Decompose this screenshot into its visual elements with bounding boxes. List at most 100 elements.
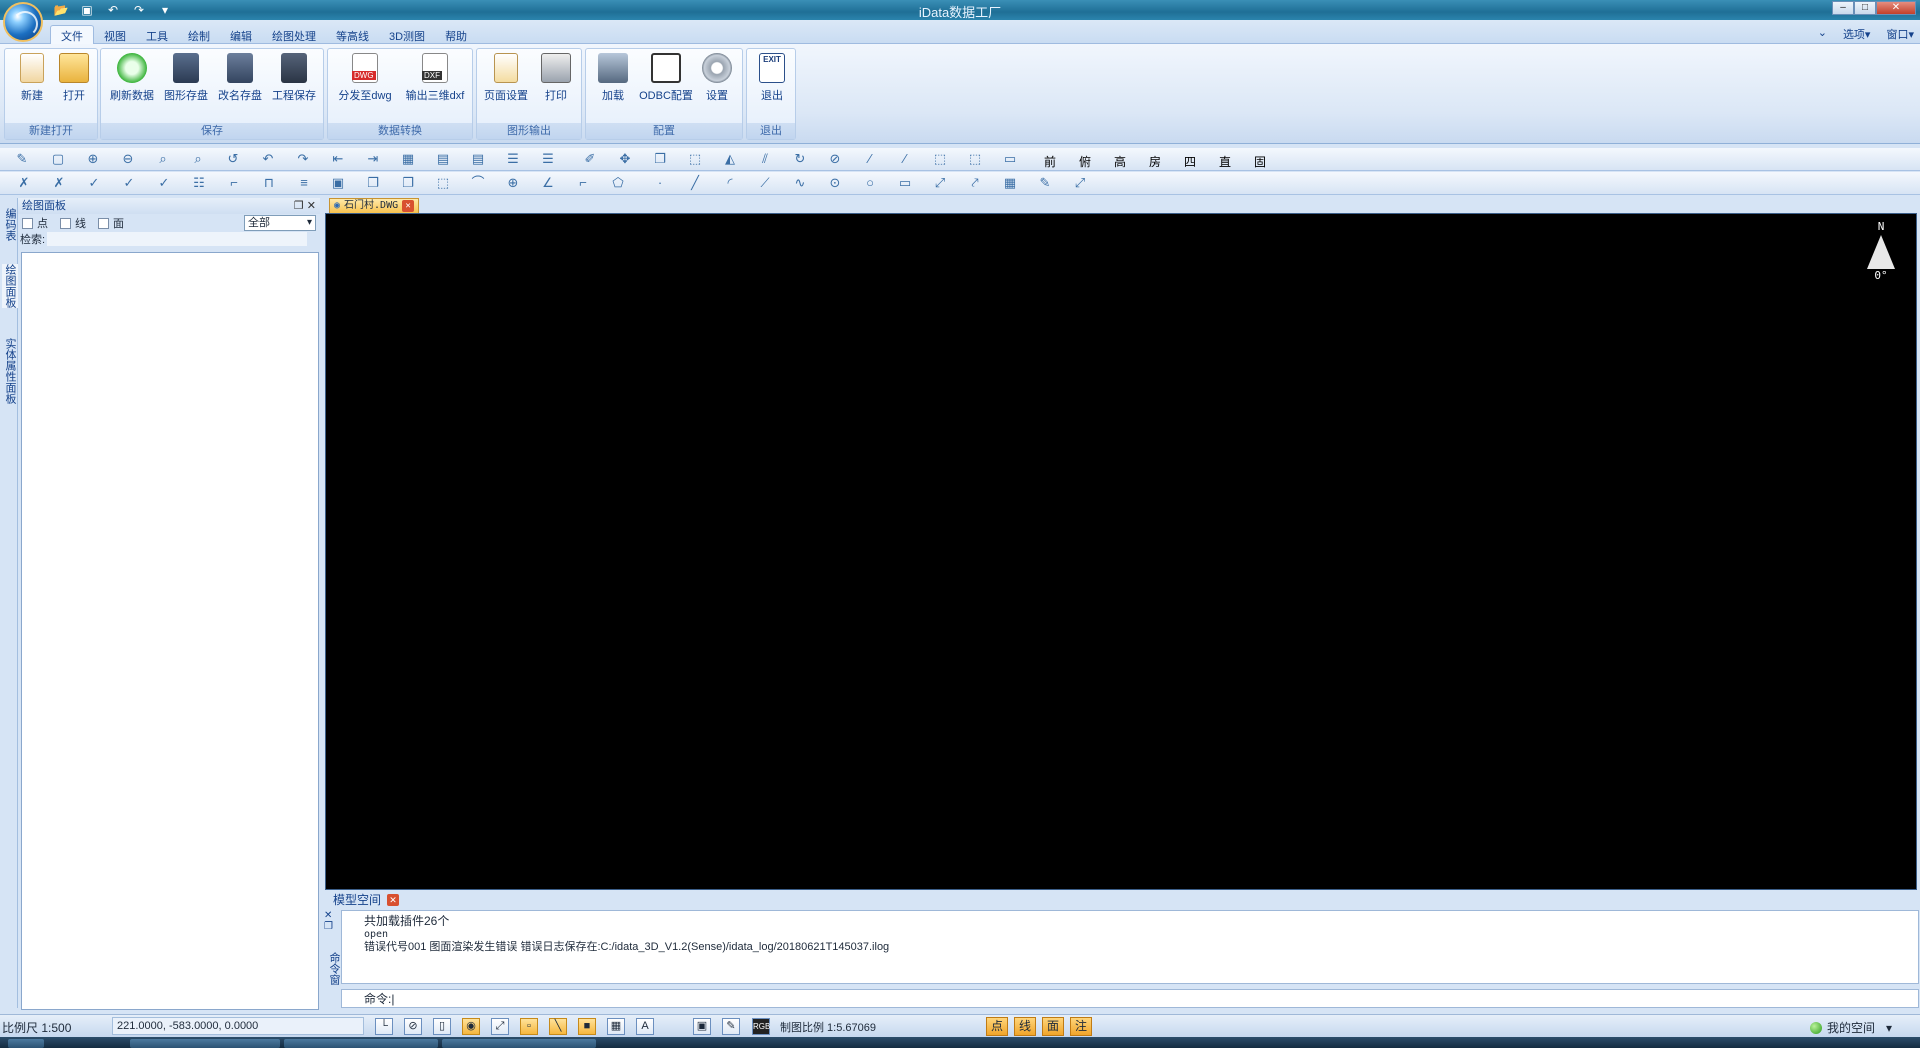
odbc-config-button[interactable]: ODBC配置 [636, 53, 696, 105]
area-tag[interactable]: 面 [1042, 1017, 1064, 1036]
trim-icon[interactable]: ⊘ [827, 152, 843, 166]
window-menu[interactable]: 窗口▾ [1886, 26, 1914, 42]
pin-icon[interactable]: ⊕ [505, 176, 521, 190]
parallel-icon[interactable]: ⫽ [757, 152, 773, 166]
command-input[interactable]: 命令:| [341, 989, 1919, 1008]
tab-entity-attributes[interactable]: 实体属性面板 [2, 338, 18, 404]
open-icon[interactable]: 📂 [52, 2, 70, 18]
frame-icon[interactable]: ⬚ [435, 176, 451, 190]
duplicate-icon[interactable]: ❐ [365, 176, 381, 190]
page-setup-button[interactable]: 页面设置 [481, 53, 531, 105]
layer-icon[interactable]: ▤ [435, 152, 451, 166]
view-height[interactable]: 高 [1114, 153, 1126, 170]
options-menu[interactable]: 选项▾ [1843, 26, 1871, 42]
node-move-icon[interactable]: ✓ [86, 176, 102, 190]
command-close-icon[interactable]: ✕ [324, 910, 340, 921]
line-icon[interactable]: ╱ [687, 176, 703, 190]
rotate-icon[interactable]: ↻ [792, 152, 808, 166]
save-as-button[interactable]: 改名存盘 [213, 53, 267, 105]
exit-button[interactable]: EXIT 退出 [747, 53, 797, 105]
measure-icon[interactable]: ▭ [1002, 152, 1018, 166]
refresh-data-button[interactable]: 刷新数据 [105, 53, 159, 105]
view-house[interactable]: 房 [1149, 153, 1161, 170]
close-button[interactable]: ✕ [1876, 1, 1916, 15]
search-input[interactable] [47, 232, 308, 246]
point-icon[interactable]: · [652, 176, 668, 190]
tab-edit[interactable]: 编辑 [220, 25, 262, 46]
curve-edit-icon[interactable]: ⌒ [470, 176, 486, 190]
taskbar-button[interactable] [284, 1039, 438, 1048]
tab-drawing-process[interactable]: 绘图处理 [262, 25, 326, 46]
dim-line-icon[interactable]: ⤢ [932, 176, 948, 190]
extend-icon[interactable]: ⁄ [897, 152, 913, 166]
help-expand-icon[interactable]: ⌄ [1818, 26, 1827, 42]
export-dwg-button[interactable]: DWG 分发至dwg [334, 53, 396, 105]
circle-center-icon[interactable]: ⊙ [827, 176, 843, 190]
qat-more-icon[interactable]: ▾ [156, 2, 174, 18]
break-icon[interactable]: ⁄ [862, 152, 878, 166]
node-edit-icon[interactable]: ✓ [156, 176, 172, 190]
redo-icon[interactable]: ↷ [130, 2, 148, 18]
import-icon[interactable]: ⇤ [330, 152, 346, 166]
polyline-icon[interactable]: ⟋ [757, 176, 773, 190]
paper-icon[interactable]: ▯ [433, 1018, 451, 1035]
view-four[interactable]: 四 [1184, 153, 1196, 170]
export-3d-dxf-button[interactable]: DXF 输出三维dxf [400, 53, 470, 105]
point-checkbox[interactable] [22, 217, 33, 229]
camera-icon[interactable]: ◉ [462, 1018, 480, 1035]
area-checkbox[interactable] [98, 217, 109, 229]
level-icon[interactable]: ☷ [191, 176, 207, 190]
tab-draw[interactable]: 绘制 [178, 25, 220, 46]
zoom-out-icon[interactable]: ⊖ [120, 152, 136, 166]
category-select[interactable]: 全部 [244, 215, 316, 231]
node-add-icon[interactable]: ✗ [16, 176, 32, 190]
object-snap-icon[interactable]: ▫ [520, 1018, 538, 1035]
model-space-close-icon[interactable]: ✕ [387, 893, 400, 906]
snap-icon[interactable]: ⊘ [404, 1018, 422, 1035]
zoom-extents-icon[interactable]: ⌕ [190, 152, 206, 166]
command-float-icon[interactable]: ❐ [324, 921, 340, 932]
drawing-canvas[interactable]: N 0° [325, 213, 1917, 890]
angle-icon[interactable]: ∠ [540, 176, 556, 190]
zoom-in-icon[interactable]: ⊕ [85, 152, 101, 166]
line-tag[interactable]: 线 [1014, 1017, 1036, 1036]
symbol-list[interactable] [21, 252, 319, 1010]
brush-icon[interactable]: ✎ [1037, 176, 1053, 190]
tab-drawing-panel[interactable]: 绘图面板 [2, 264, 18, 308]
polar-icon[interactable]: ⤢ [491, 1018, 509, 1035]
view-top[interactable]: 俯 [1079, 153, 1091, 170]
node-insert-icon[interactable]: ✓ [121, 176, 137, 190]
annotation-icon[interactable]: A [636, 1018, 654, 1035]
raster-icon[interactable]: ▣ [693, 1018, 711, 1035]
model-space-tab[interactable]: 模型空间 ✕ [333, 891, 400, 908]
fill-icon[interactable]: ■ [578, 1018, 596, 1035]
document-tab[interactable]: ◉ 石门村.DWG ✕ [329, 198, 420, 213]
tab-view[interactable]: 视图 [94, 25, 136, 46]
save-project-button[interactable]: 工程保存 [267, 53, 321, 105]
lines-icon[interactable]: ≡ [296, 176, 312, 190]
line-checkbox[interactable] [60, 217, 71, 229]
taskbar-button[interactable] [442, 1039, 596, 1048]
stack2-icon[interactable]: ☰ [540, 152, 556, 166]
spline-icon[interactable]: ∿ [792, 176, 808, 190]
view-straight[interactable]: 直 [1219, 153, 1231, 170]
rgb-icon[interactable]: RGB [752, 1018, 770, 1035]
stretch-icon[interactable]: ⬚ [932, 152, 948, 166]
panel-close-icon[interactable]: ✕ [307, 200, 316, 212]
tab-contour[interactable]: 等高线 [326, 25, 379, 46]
measure-line-icon[interactable]: ⤢ [1072, 176, 1088, 190]
circle-icon[interactable]: ○ [862, 176, 878, 190]
undo-icon[interactable]: ↶ [104, 2, 122, 18]
redo-view-icon[interactable]: ↷ [295, 152, 311, 166]
my-space[interactable]: 我的空间 ▾ [1809, 1019, 1892, 1036]
copy-icon[interactable]: ❐ [652, 152, 668, 166]
box-select-icon[interactable]: ⬚ [967, 152, 983, 166]
note-tag[interactable]: 注 [1070, 1017, 1092, 1036]
window-select-icon[interactable]: ▢ [50, 152, 66, 166]
offset-icon[interactable]: ⌐ [226, 176, 242, 190]
tab-code-table[interactable]: 编码表 [2, 208, 18, 241]
track-icon[interactable]: ╲ [549, 1018, 567, 1035]
polygon-edit-icon[interactable]: ⬠ [610, 176, 626, 190]
point-tag[interactable]: 点 [986, 1017, 1008, 1036]
pencil-icon[interactable]: ✎ [14, 152, 30, 166]
